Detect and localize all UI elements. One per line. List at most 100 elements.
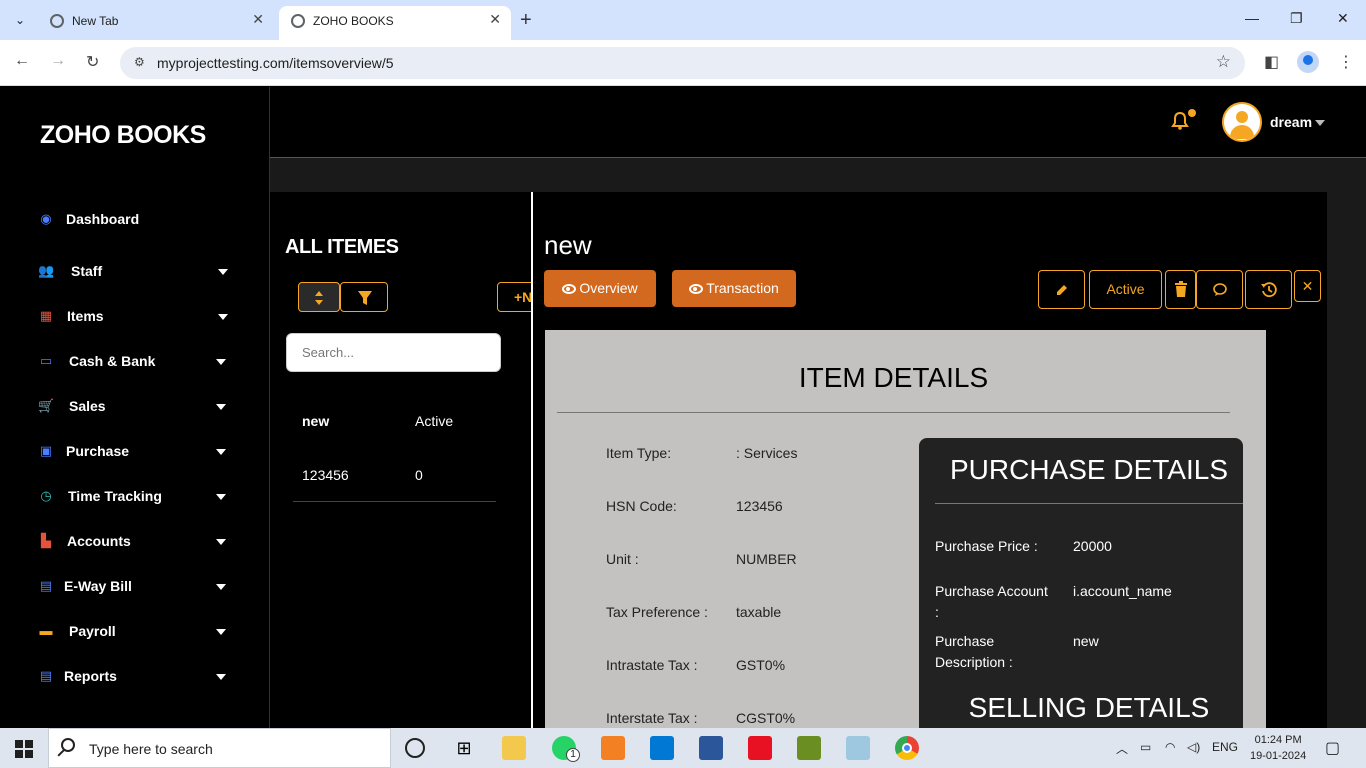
- vscode-icon[interactable]: [650, 736, 674, 760]
- field-value: NUMBER: [736, 551, 797, 567]
- task-view-icon[interactable]: ⊞: [452, 736, 476, 760]
- volume-icon[interactable]: ◁): [1187, 740, 1200, 754]
- caret-down-icon: [216, 494, 226, 500]
- card-heading: ITEM DETAILS: [798, 362, 989, 393]
- sidebar-item-label: Accounts: [67, 533, 131, 549]
- language-indicator[interactable]: ENG: [1212, 740, 1238, 754]
- brand-logo: ZOHO BOOKS: [40, 121, 206, 149]
- sidebar-item-eway-bill[interactable]: ▤ E-Way Bill: [38, 572, 228, 602]
- list-title: ALL ITEMES: [285, 236, 399, 258]
- avatar[interactable]: [1222, 102, 1262, 142]
- notification-badge: 1: [566, 748, 580, 762]
- bookmark-star-icon[interactable]: ☆: [1216, 52, 1231, 72]
- field-label: Intrastate Tax :: [606, 657, 698, 673]
- transaction-button[interactable]: Transaction: [672, 270, 796, 307]
- history-button[interactable]: [1245, 270, 1292, 309]
- sidebar-item-label: Items: [67, 308, 104, 324]
- eye-icon: [562, 284, 577, 294]
- sidebar-item-items[interactable]: ▦ Items: [38, 302, 228, 332]
- divider: [935, 503, 1243, 504]
- notifications-icon[interactable]: ▢: [1325, 738, 1340, 758]
- taskbar-search[interactable]: Type here to search: [48, 728, 391, 768]
- wifi-icon[interactable]: ◠: [1165, 740, 1175, 754]
- items-list-panel: ALL ITEMES +N new Active 123456 0: [270, 192, 537, 728]
- app-icon[interactable]: [748, 736, 772, 760]
- tab-title: New Tab: [72, 14, 119, 28]
- profile-icon[interactable]: [1297, 51, 1319, 73]
- network-icon[interactable]: ▭: [1140, 740, 1151, 754]
- sidebar-item-label: Staff: [71, 263, 103, 279]
- caret-down-icon: [216, 449, 226, 455]
- overview-button[interactable]: Overview: [544, 270, 656, 307]
- taskbar: Type here to search ⊞ 1 ︿ ▭ ◠ ◁) ENG 01:…: [0, 728, 1366, 768]
- tray-chevron-icon[interactable]: ︿: [1116, 740, 1128, 757]
- cortana-icon[interactable]: [405, 738, 425, 758]
- list-item[interactable]: 123456 0: [293, 452, 496, 502]
- user-name[interactable]: dream: [1270, 114, 1312, 130]
- close-icon[interactable]: ✕: [252, 11, 264, 28]
- chrome-icon[interactable]: [895, 736, 919, 760]
- tab-new-tab[interactable]: New Tab ✕: [38, 6, 274, 40]
- clock[interactable]: 01:24 PM 19-01-2024: [1250, 732, 1306, 764]
- delete-button[interactable]: [1165, 270, 1196, 309]
- filter-icon: [358, 291, 372, 305]
- browser-toolbar: ← → ↻ ⚙ myprojecttesting.com/itemsovervi…: [0, 40, 1366, 86]
- edit-button[interactable]: [1038, 270, 1085, 309]
- sidebar-item-staff[interactable]: 👥 Staff: [38, 257, 228, 287]
- address-bar[interactable]: ⚙ myprojecttesting.com/itemsoverview/5 ☆: [120, 47, 1245, 79]
- back-icon[interactable]: ←: [14, 52, 30, 70]
- xampp-icon[interactable]: [601, 736, 625, 760]
- minimize-icon[interactable]: —: [1245, 10, 1259, 26]
- tab-title: ZOHO BOOKS: [313, 14, 394, 28]
- sidebar-item-time-tracking[interactable]: ◷ Time Tracking: [38, 482, 228, 512]
- app-icon[interactable]: [846, 736, 870, 760]
- content-top-band: [270, 158, 1366, 192]
- overview-label: Overview: [579, 280, 638, 296]
- side-panel-icon[interactable]: ◧: [1264, 52, 1279, 72]
- sidebar-item-dashboard[interactable]: ◉ Dashboard: [38, 205, 228, 235]
- reload-icon[interactable]: ↻: [86, 52, 99, 72]
- word-icon[interactable]: [699, 736, 723, 760]
- browser-tab-strip: ⌄ New Tab ✕ ZOHO BOOKS ✕ + — ❐ ✕: [0, 0, 1366, 40]
- transaction-label: Transaction: [706, 280, 779, 296]
- filter-button[interactable]: [340, 282, 388, 312]
- sidebar-item-sales[interactable]: 🛒 Sales: [38, 392, 228, 422]
- close-button[interactable]: ✕: [1294, 270, 1321, 302]
- tab-zoho-books[interactable]: ZOHO BOOKS ✕: [279, 6, 511, 40]
- sidebar-item-payroll[interactable]: ▬ Payroll: [38, 617, 228, 647]
- app-icon[interactable]: [797, 736, 821, 760]
- file-explorer-icon[interactable]: [502, 736, 526, 760]
- window-close-icon[interactable]: ✕: [1337, 10, 1349, 27]
- whatsapp-icon[interactable]: 1: [552, 736, 580, 762]
- sidebar-item-label: Purchase: [66, 443, 130, 459]
- grid-icon: ▦: [39, 308, 53, 323]
- chart-icon: ▙: [41, 533, 51, 548]
- site-info-icon[interactable]: ⚙: [134, 55, 145, 69]
- more-menu-icon[interactable]: ⋮: [1338, 52, 1354, 72]
- sort-button[interactable]: [298, 282, 340, 312]
- restore-icon[interactable]: ❐: [1290, 10, 1303, 27]
- windows-start-icon[interactable]: [15, 740, 33, 758]
- field-label: HSN Code:: [606, 498, 677, 514]
- sidebar-item-label: Reports: [64, 668, 117, 684]
- tab-search-button[interactable]: ⌄: [8, 8, 32, 32]
- caret-down-icon[interactable]: [1315, 120, 1325, 126]
- sidebar-item-purchase[interactable]: ▣ Purchase: [38, 437, 228, 467]
- forward-icon[interactable]: →: [50, 52, 66, 70]
- sidebar-item-accounts[interactable]: ▙ Accounts: [38, 527, 228, 557]
- field-value: : Services: [736, 445, 798, 461]
- sidebar-item-label: Payroll: [69, 623, 116, 639]
- close-icon[interactable]: ✕: [489, 11, 501, 28]
- sidebar-item-reports[interactable]: ▤ Reports: [38, 662, 228, 692]
- sidebar: ZOHO BOOKS ◉ Dashboard 👥 Staff ▦ Items ▭…: [0, 87, 270, 728]
- bell-icon[interactable]: [1170, 111, 1190, 131]
- new-tab-button[interactable]: +: [520, 9, 532, 32]
- sidebar-item-cash-bank[interactable]: ▭ Cash & Bank: [38, 347, 228, 377]
- cart-icon: 🛒: [38, 398, 55, 413]
- search-input[interactable]: [286, 333, 501, 372]
- card-icon: ▬: [39, 623, 53, 638]
- comment-button[interactable]: [1196, 270, 1243, 309]
- bag-icon: ▣: [39, 443, 53, 458]
- status-button[interactable]: Active: [1089, 270, 1162, 309]
- field-value: GST0%: [736, 657, 786, 673]
